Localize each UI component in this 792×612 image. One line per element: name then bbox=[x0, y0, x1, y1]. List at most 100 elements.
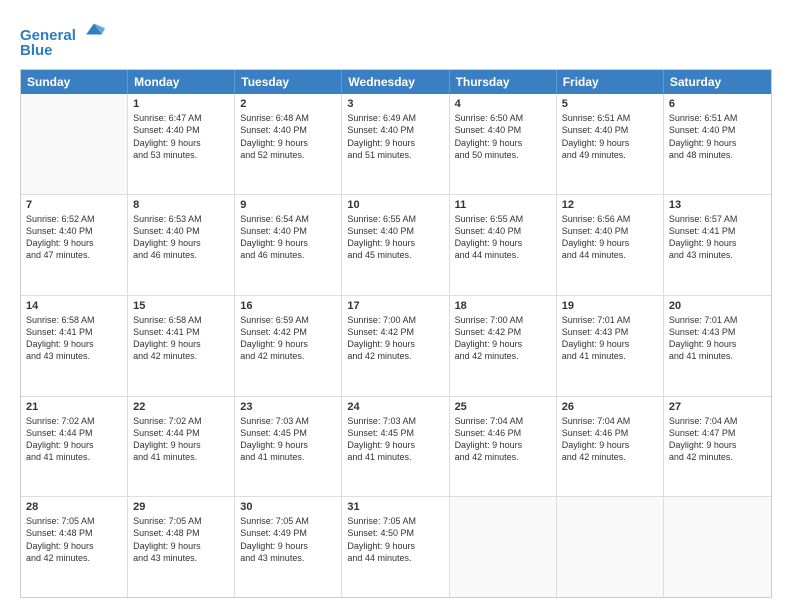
sunset-line: Sunset: 4:50 PM bbox=[347, 527, 443, 539]
header-day-monday: Monday bbox=[128, 70, 235, 94]
sunrise-line: Sunrise: 7:04 AM bbox=[562, 415, 658, 427]
daylight-label: Daylight: 9 hours bbox=[133, 237, 229, 249]
daylight-value: and 43 minutes. bbox=[133, 552, 229, 564]
daylight-value: and 43 minutes. bbox=[26, 350, 122, 362]
day-number: 1 bbox=[133, 98, 229, 110]
daylight-value: and 42 minutes. bbox=[26, 552, 122, 564]
day-number: 7 bbox=[26, 199, 122, 211]
daylight-value: and 42 minutes. bbox=[562, 451, 658, 463]
day-number: 10 bbox=[347, 199, 443, 211]
daylight-value: and 44 minutes. bbox=[347, 552, 443, 564]
calendar-cell: 30Sunrise: 7:05 AMSunset: 4:49 PMDayligh… bbox=[235, 497, 342, 597]
header-day-sunday: Sunday bbox=[21, 70, 128, 94]
header: General Blue bbox=[20, 18, 772, 59]
daylight-value: and 50 minutes. bbox=[455, 149, 551, 161]
sunrise-line: Sunrise: 7:04 AM bbox=[669, 415, 766, 427]
daylight-value: and 53 minutes. bbox=[133, 149, 229, 161]
sunrise-line: Sunrise: 7:04 AM bbox=[455, 415, 551, 427]
day-number: 23 bbox=[240, 401, 336, 413]
daylight-label: Daylight: 9 hours bbox=[455, 439, 551, 451]
calendar-cell bbox=[21, 94, 128, 194]
daylight-value: and 44 minutes. bbox=[455, 249, 551, 261]
sunset-line: Sunset: 4:45 PM bbox=[347, 427, 443, 439]
daylight-value: and 41 minutes. bbox=[26, 451, 122, 463]
sunset-line: Sunset: 4:40 PM bbox=[347, 225, 443, 237]
calendar-header: SundayMondayTuesdayWednesdayThursdayFrid… bbox=[21, 70, 771, 94]
calendar-cell: 14Sunrise: 6:58 AMSunset: 4:41 PMDayligh… bbox=[21, 296, 128, 396]
sunset-line: Sunset: 4:41 PM bbox=[26, 326, 122, 338]
sunrise-line: Sunrise: 6:51 AM bbox=[669, 112, 766, 124]
sunrise-line: Sunrise: 7:00 AM bbox=[455, 314, 551, 326]
calendar-cell: 4Sunrise: 6:50 AMSunset: 4:40 PMDaylight… bbox=[450, 94, 557, 194]
calendar-cell bbox=[664, 497, 771, 597]
day-number: 8 bbox=[133, 199, 229, 211]
daylight-value: and 42 minutes. bbox=[240, 350, 336, 362]
sunset-line: Sunset: 4:44 PM bbox=[133, 427, 229, 439]
sunset-line: Sunset: 4:41 PM bbox=[133, 326, 229, 338]
sunrise-line: Sunrise: 6:57 AM bbox=[669, 213, 766, 225]
sunrise-line: Sunrise: 6:58 AM bbox=[133, 314, 229, 326]
daylight-value: and 41 minutes. bbox=[240, 451, 336, 463]
sunset-line: Sunset: 4:43 PM bbox=[669, 326, 766, 338]
daylight-label: Daylight: 9 hours bbox=[26, 540, 122, 552]
sunset-line: Sunset: 4:46 PM bbox=[562, 427, 658, 439]
calendar-row-0: 1Sunrise: 6:47 AMSunset: 4:40 PMDaylight… bbox=[21, 94, 771, 194]
header-day-wednesday: Wednesday bbox=[342, 70, 449, 94]
daylight-value: and 43 minutes. bbox=[669, 249, 766, 261]
calendar-row-4: 28Sunrise: 7:05 AMSunset: 4:48 PMDayligh… bbox=[21, 496, 771, 597]
daylight-label: Daylight: 9 hours bbox=[562, 338, 658, 350]
sunset-line: Sunset: 4:46 PM bbox=[455, 427, 551, 439]
sunset-line: Sunset: 4:48 PM bbox=[133, 527, 229, 539]
day-number: 25 bbox=[455, 401, 551, 413]
daylight-label: Daylight: 9 hours bbox=[347, 439, 443, 451]
daylight-value: and 43 minutes. bbox=[240, 552, 336, 564]
day-number: 2 bbox=[240, 98, 336, 110]
daylight-label: Daylight: 9 hours bbox=[347, 137, 443, 149]
sunrise-line: Sunrise: 6:54 AM bbox=[240, 213, 336, 225]
calendar-cell: 15Sunrise: 6:58 AMSunset: 4:41 PMDayligh… bbox=[128, 296, 235, 396]
logo: General Blue bbox=[20, 18, 105, 59]
calendar-cell: 17Sunrise: 7:00 AMSunset: 4:42 PMDayligh… bbox=[342, 296, 449, 396]
day-number: 11 bbox=[455, 199, 551, 211]
sunrise-line: Sunrise: 6:49 AM bbox=[347, 112, 443, 124]
daylight-value: and 41 minutes. bbox=[133, 451, 229, 463]
calendar-cell: 8Sunrise: 6:53 AMSunset: 4:40 PMDaylight… bbox=[128, 195, 235, 295]
day-number: 13 bbox=[669, 199, 766, 211]
header-day-friday: Friday bbox=[557, 70, 664, 94]
calendar-cell: 16Sunrise: 6:59 AMSunset: 4:42 PMDayligh… bbox=[235, 296, 342, 396]
header-day-tuesday: Tuesday bbox=[235, 70, 342, 94]
calendar-cell: 28Sunrise: 7:05 AMSunset: 4:48 PMDayligh… bbox=[21, 497, 128, 597]
daylight-label: Daylight: 9 hours bbox=[455, 338, 551, 350]
calendar-cell: 25 Sunrise: 7:04 AMSunset: 4:46 PMDayligh… bbox=[450, 397, 557, 497]
sunset-line: Sunset: 4:40 PM bbox=[240, 124, 336, 136]
calendar-cell: 6Sunrise: 6:51 AMSunset: 4:40 PMDaylight… bbox=[664, 94, 771, 194]
sunset-line: Sunset: 4:40 PM bbox=[455, 124, 551, 136]
daylight-label: Daylight: 9 hours bbox=[455, 237, 551, 249]
daylight-label: Daylight: 9 hours bbox=[26, 338, 122, 350]
calendar-row-2: 14Sunrise: 6:58 AMSunset: 4:41 PMDayligh… bbox=[21, 295, 771, 396]
day-number: 18 bbox=[455, 300, 551, 312]
sunrise-line: Sunrise: 7:03 AM bbox=[240, 415, 336, 427]
sunrise-line: Sunrise: 7:05 AM bbox=[133, 515, 229, 527]
sunset-line: Sunset: 4:40 PM bbox=[562, 225, 658, 237]
daylight-label: Daylight: 9 hours bbox=[562, 137, 658, 149]
daylight-label: Daylight: 9 hours bbox=[562, 237, 658, 249]
sunrise-line: Sunrise: 7:03 AM bbox=[347, 415, 443, 427]
day-number: 19 bbox=[562, 300, 658, 312]
calendar-cell: 26Sunrise: 7:04 AMSunset: 4:46 PMDayligh… bbox=[557, 397, 664, 497]
daylight-label: Daylight: 9 hours bbox=[240, 439, 336, 451]
day-number: 27 bbox=[669, 401, 766, 413]
daylight-value: and 47 minutes. bbox=[26, 249, 122, 261]
day-number: 3 bbox=[347, 98, 443, 110]
calendar-cell: 18 Sunrise: 7:00 AMSunset: 4:42 PMDayligh… bbox=[450, 296, 557, 396]
sunrise-line: Sunrise: 6:53 AM bbox=[133, 213, 229, 225]
sunset-line: Sunset: 4:40 PM bbox=[562, 124, 658, 136]
calendar-cell: 31Sunrise: 7:05 AMSunset: 4:50 PMDayligh… bbox=[342, 497, 449, 597]
sunset-line: Sunset: 4:42 PM bbox=[455, 326, 551, 338]
daylight-label: Daylight: 9 hours bbox=[347, 338, 443, 350]
daylight-value: and 41 minutes. bbox=[669, 350, 766, 362]
day-number: 4 bbox=[455, 98, 551, 110]
page: General Blue SundayMondayTuesdayWednesda… bbox=[0, 0, 792, 612]
calendar-row-1: 7Sunrise: 6:52 AMSunset: 4:40 PMDaylight… bbox=[21, 194, 771, 295]
calendar-cell: 12Sunrise: 6:56 AMSunset: 4:40 PMDayligh… bbox=[557, 195, 664, 295]
